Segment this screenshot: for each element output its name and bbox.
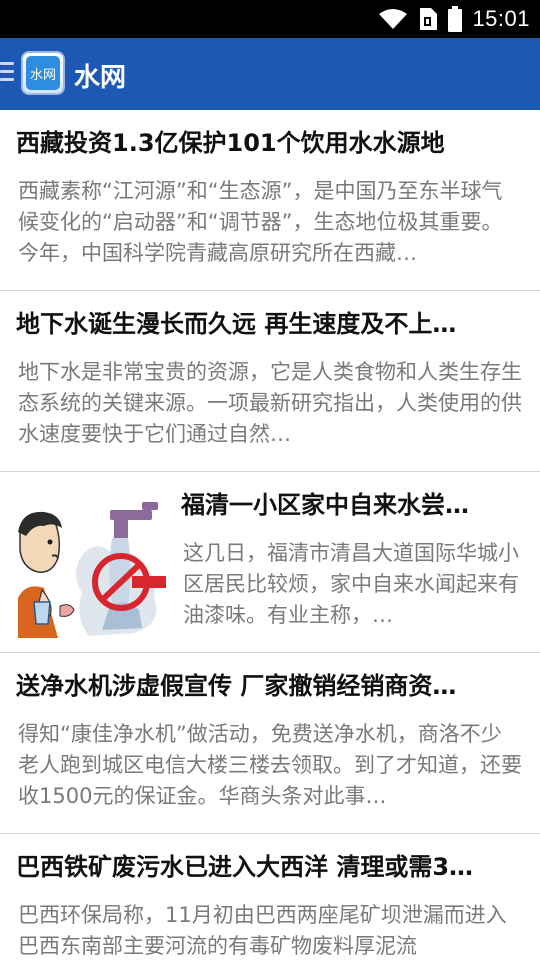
news-summary: 这几日，福清市清昌大道国际华城小区居民比较烦，家中自来水闻起来有油漆味。有业主称… xyxy=(183,541,519,627)
menu-icon[interactable] xyxy=(0,62,14,84)
news-item[interactable]: 西藏投资1.3亿保护101个饮用水水源地 西藏素称“江河源”和“生态源”，是中国… xyxy=(0,110,540,291)
app-logo-text: 水网 xyxy=(26,56,60,90)
news-summary: 地下水是非常宝贵的资源，它是人类食物和人类生存生态系统的关键来源。一项最新研究指… xyxy=(18,360,522,446)
news-list: 西藏投资1.3亿保护101个饮用水水源地 西藏素称“江河源”和“生态源”，是中国… xyxy=(0,110,540,960)
app-bar: 水网 水网 xyxy=(0,38,540,110)
status-icons: 15:01 xyxy=(378,0,530,38)
news-title: 地下水诞生漫长而久远 再生速度及不上… xyxy=(16,310,457,338)
news-item[interactable]: 地下水诞生漫长而久远 再生速度及不上… 地下水是非常宝贵的资源，它是人类食物和人… xyxy=(0,291,540,472)
status-bar: 15:01 xyxy=(0,0,540,38)
battery-icon xyxy=(448,6,463,32)
news-title: 西藏投资1.3亿保护101个饮用水水源地 xyxy=(16,129,445,157)
status-time: 15:01 xyxy=(472,6,530,31)
news-item[interactable]: 巴西铁矿废污水已进入大西洋 清理或需3… 巴西环保局称，11月初由巴西两座尾矿坝… xyxy=(0,834,540,960)
app-title: 水网 xyxy=(74,63,127,93)
news-title: 巴西铁矿废污水已进入大西洋 清理或需3… xyxy=(16,853,474,881)
wifi-icon xyxy=(379,9,408,29)
news-summary: 西藏素称“江河源”和“生态源”，是中国乃至东半球气候变化的“启动器”和“调节器”… xyxy=(18,179,503,265)
news-item[interactable]: 送净水机涉虚假宣传 厂家撤销经销商资… 得知“康佳净水机”做活动，免费送净水机，… xyxy=(0,653,540,834)
app-logo[interactable]: 水网 xyxy=(21,51,65,95)
news-thumbnail xyxy=(18,502,166,638)
news-item[interactable]: 福清一小区家中自来水尝… 这几日，福清市清昌大道国际华城小区居民比较烦，家中自来… xyxy=(0,472,540,653)
news-summary: 得知“康佳净水机”做活动，免费送净水机，商洛不少老人跑到城区电信大楼三楼去领取。… xyxy=(18,722,522,808)
news-summary: 巴西环保局称，11月初由巴西两座尾矿坝泄漏而进入巴西东南部主要河流的有毒矿物废料… xyxy=(18,903,507,958)
sim-icon xyxy=(420,8,438,30)
news-title: 送净水机涉虚假宣传 厂家撤销经销商资… xyxy=(16,672,457,700)
news-title: 福清一小区家中自来水尝… xyxy=(181,491,469,519)
